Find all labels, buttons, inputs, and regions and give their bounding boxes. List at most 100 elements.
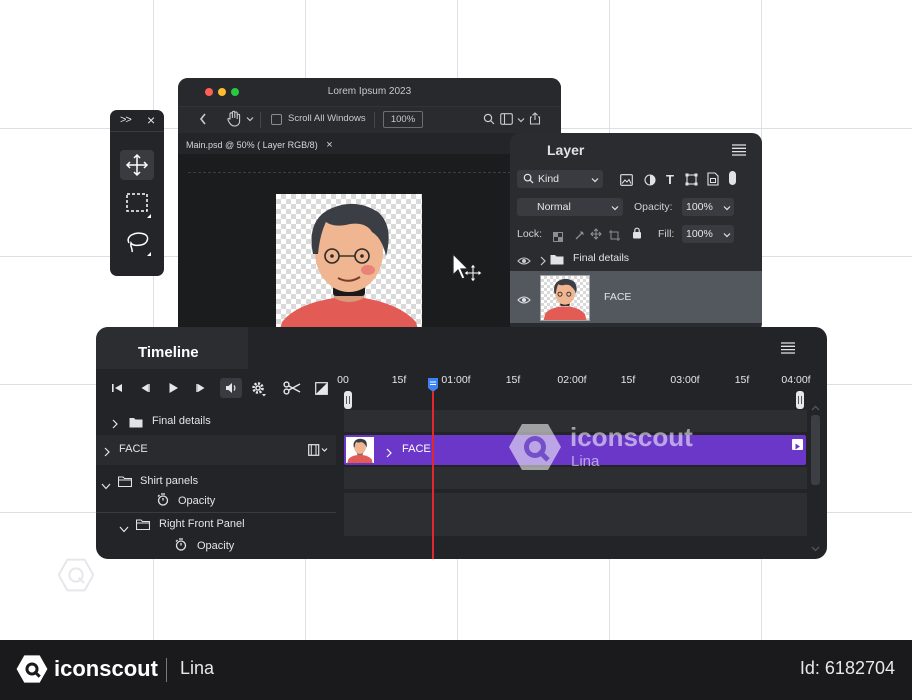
chevron-right-icon[interactable]	[386, 445, 392, 463]
chevron-down-icon[interactable]	[246, 115, 254, 126]
track-row[interactable]	[344, 493, 807, 515]
zoom-input[interactable]: 100%	[383, 111, 423, 128]
image-filter-icon[interactable]	[620, 173, 633, 191]
stopwatch-icon[interactable]	[175, 538, 187, 556]
move-tool-button[interactable]	[120, 150, 154, 180]
opacity-value: 100%	[686, 201, 713, 213]
marquee-tool-button[interactable]	[120, 188, 154, 218]
next-frame-icon[interactable]	[196, 383, 206, 396]
chevron-down-icon[interactable]	[517, 116, 525, 127]
ruler-label: 04:00f	[781, 374, 811, 386]
chevron-down-icon	[591, 175, 599, 187]
scissors-icon[interactable]	[283, 381, 301, 398]
chevron-down-icon[interactable]	[101, 477, 111, 495]
panel-layout-icon[interactable]	[500, 113, 513, 128]
scroll-all-checkbox[interactable]	[271, 114, 282, 125]
lasso-tool-button[interactable]	[120, 226, 154, 256]
close-icon[interactable]: ×	[326, 139, 332, 151]
ruler-label: 03:00f	[670, 374, 700, 386]
search-icon[interactable]	[483, 113, 495, 128]
clip-end-play-icon[interactable]	[792, 439, 803, 450]
chevron-down-icon	[723, 203, 731, 215]
chevron-right-icon[interactable]	[112, 416, 118, 434]
canvas-artboard[interactable]	[276, 194, 422, 340]
track-row[interactable]	[344, 467, 807, 489]
timeline-row-label[interactable]: FACE	[119, 443, 148, 455]
scrollbar-thumb[interactable]	[811, 415, 820, 485]
audio-button[interactable]	[220, 378, 242, 398]
timeline-tab[interactable]: Timeline	[96, 327, 248, 369]
smart-object-filter-icon[interactable]	[707, 172, 719, 191]
layer-name: FACE	[604, 291, 632, 303]
chevron-right-icon[interactable]	[104, 444, 110, 462]
vertical-scrollbar[interactable]	[810, 393, 821, 552]
panel-menu-icon[interactable]	[732, 143, 746, 161]
face-thumbnail-illustration	[347, 438, 373, 463]
footer-brand: iconscout	[54, 656, 158, 681]
document-tab[interactable]: Main.psd @ 50% ( Layer RGB/8) ×	[186, 139, 333, 151]
horizontal-ruler	[188, 160, 561, 173]
work-area-end-handle[interactable]	[796, 391, 804, 409]
canvas-area[interactable]	[178, 154, 561, 340]
scroll-all-label: Scroll All Windows	[288, 113, 366, 124]
handle-grip	[801, 396, 802, 404]
fill-value: 100%	[686, 228, 713, 240]
blend-mode-value: Normal	[537, 201, 571, 213]
previous-frame-icon[interactable]	[140, 383, 150, 396]
blend-mode-select[interactable]: Normal	[517, 198, 623, 216]
playhead[interactable]	[427, 377, 439, 559]
adjustment-filter-icon[interactable]	[644, 173, 656, 191]
share-icon[interactable]	[529, 112, 541, 128]
lock-all-icon[interactable]	[632, 226, 642, 244]
lock-position-icon[interactable]	[590, 227, 602, 245]
chevron-left-icon[interactable]	[198, 111, 208, 130]
close-icon[interactable]: ×	[147, 112, 155, 128]
panel-menu-icon[interactable]	[781, 341, 795, 359]
timeline-row-label[interactable]: Final details	[152, 415, 211, 427]
tools-panel: >> ×	[110, 110, 164, 276]
layer-row-face[interactable]: FACE	[510, 271, 762, 323]
layer-name: Final details	[573, 252, 630, 264]
clip-label: FACE	[402, 443, 431, 455]
timeline-row-label[interactable]: Opacity	[178, 495, 215, 507]
editor-window: Lorem Ipsum 2023 Scroll All Windows 100%	[178, 78, 561, 340]
opacity-select[interactable]: 100%	[682, 198, 734, 216]
kind-filter-select[interactable]: Kind	[517, 170, 603, 188]
stopwatch-icon[interactable]	[157, 493, 169, 511]
face-illustration	[277, 203, 421, 340]
timeline-row-label[interactable]: Shirt panels	[140, 475, 198, 487]
window-titlebar: Lorem Ipsum 2023	[178, 78, 561, 106]
expand-panel-icon[interactable]: >>	[120, 114, 132, 126]
move-cursor-icon	[451, 252, 487, 290]
settings-gear-icon[interactable]	[251, 381, 267, 400]
chevron-down-icon[interactable]	[119, 520, 129, 538]
layer-row-final-details[interactable]: Final details	[510, 247, 762, 271]
chevron-up-icon[interactable]	[811, 398, 820, 416]
watermark-author: Lina	[571, 453, 600, 470]
opacity-label: Opacity:	[634, 201, 673, 213]
work-area-start-handle[interactable]	[344, 391, 352, 409]
timeline-row-label[interactable]: Opacity	[197, 540, 234, 552]
hand-tool-icon[interactable]	[226, 110, 242, 131]
lock-artboard-icon[interactable]	[609, 228, 620, 246]
folder-icon	[117, 474, 133, 492]
chevron-right-icon[interactable]	[540, 253, 546, 271]
shape-filter-icon[interactable]	[685, 173, 698, 191]
eye-icon[interactable]	[517, 292, 531, 310]
type-filter-icon[interactable]: T	[666, 172, 674, 187]
track-row[interactable]	[344, 514, 807, 536]
film-strip-icon[interactable]	[308, 443, 328, 461]
speaker-icon	[226, 383, 236, 393]
ruler-label: 01:00f	[441, 374, 471, 386]
lock-pixels-icon[interactable]	[574, 228, 585, 246]
play-icon[interactable]	[168, 382, 179, 397]
lock-transparency-icon[interactable]	[553, 229, 563, 247]
fill-select[interactable]: 100%	[682, 225, 734, 243]
transition-icon[interactable]	[315, 382, 328, 398]
timeline-row-label[interactable]: Right Front Panel	[159, 518, 245, 530]
filter-toggle-icon[interactable]	[729, 171, 736, 185]
eye-icon[interactable]	[517, 253, 531, 271]
folder-icon	[135, 517, 151, 535]
chevron-down-icon[interactable]	[811, 539, 820, 557]
go-to-first-frame-icon[interactable]	[112, 383, 123, 396]
